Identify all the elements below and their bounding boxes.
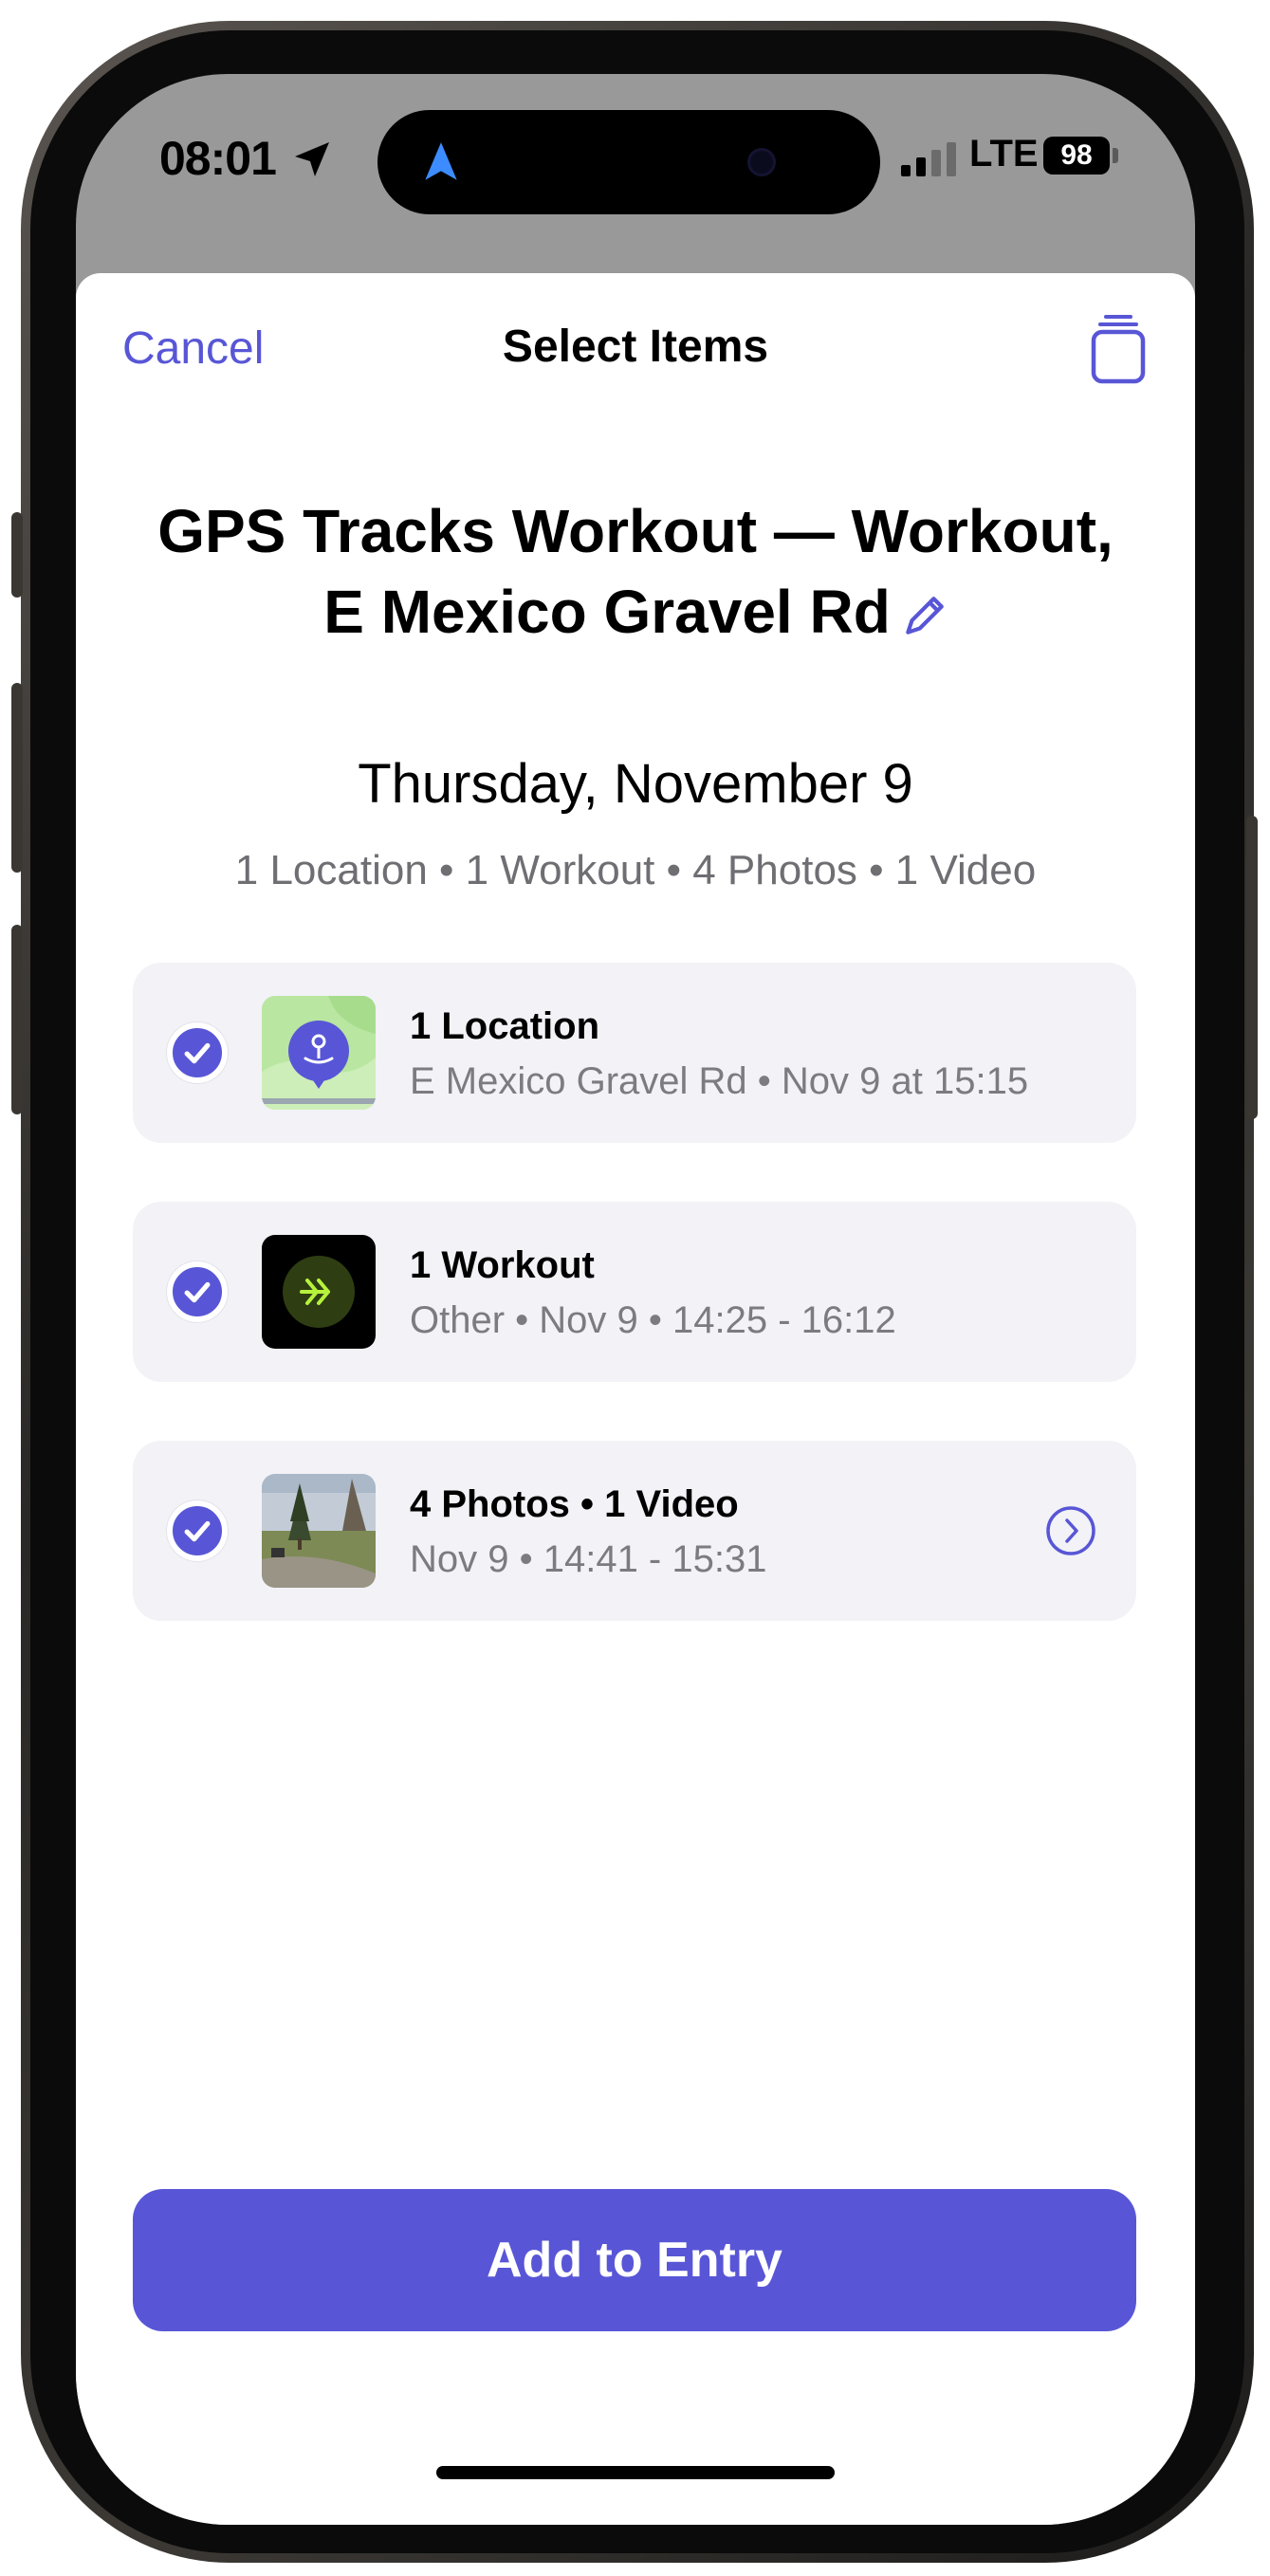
battery-level: 98 [1043,137,1110,175]
network-type: LTE [969,133,1039,175]
location-arrow-icon [295,142,329,176]
checkmark-icon[interactable] [167,1022,228,1083]
power-button [1246,816,1258,1119]
sheet-title: Select Items [502,322,769,372]
cellular-signal-icon [901,142,956,176]
item-title: 1 Location [410,1005,600,1047]
list-item-location[interactable]: 1 Location E Mexico Gravel Rd • Nov 9 at… [133,963,1136,1143]
dynamic-island [377,110,880,214]
item-subtitle: Other • Nov 9 • 14:25 - 16:12 [410,1299,896,1341]
volume-down-button [11,925,23,1114]
entry-title-text: GPS Tracks Workout — Workout, E Mexico G… [157,497,1114,646]
checkmark-icon[interactable] [167,1261,228,1322]
battery-tip [1113,148,1118,163]
screen: 08:01 LTE 98 Cancel Select Items GPS Tra… [76,74,1195,2525]
copy-stack-icon[interactable] [1089,311,1148,385]
status-time: 08:01 [159,132,277,185]
map-pin-icon [262,996,376,1110]
list-item-photos[interactable]: 4 Photos • 1 Video Nov 9 • 14:41 - 15:31 [133,1441,1136,1621]
home-indicator[interactable] [436,2466,835,2479]
entry-title[interactable]: GPS Tracks Workout — Workout, E Mexico G… [133,491,1138,653]
navigation-arrow-icon [425,142,457,180]
chevron-right-circle-icon[interactable] [1045,1505,1096,1556]
checkmark-icon[interactable] [167,1500,228,1561]
screenshot-root: 08:01 LTE 98 Cancel Select Items GPS Tra… [0,0,1270,2576]
photo-thumbnail [262,1474,376,1588]
entry-date: Thursday, November 9 [358,753,913,815]
item-title: 4 Photos • 1 Video [410,1483,739,1525]
list-item-workout[interactable]: 1 Workout Other • Nov 9 • 14:25 - 16:12 [133,1202,1136,1382]
edit-pencil-icon[interactable] [900,593,948,640]
action-button [11,512,23,598]
select-items-sheet: Cancel Select Items GPS Tracks Workout —… [76,273,1195,2525]
workout-icon [262,1235,376,1349]
add-to-entry-button[interactable]: Add to Entry [133,2189,1136,2331]
front-camera [747,148,776,176]
entry-summary: 1 Location • 1 Workout • 4 Photos • 1 Vi… [234,847,1037,893]
volume-up-button [11,683,23,873]
item-subtitle: E Mexico Gravel Rd • Nov 9 at 15:15 [410,1060,1029,1102]
item-title: 1 Workout [410,1244,595,1286]
item-subtitle: Nov 9 • 14:41 - 15:31 [410,1538,767,1580]
